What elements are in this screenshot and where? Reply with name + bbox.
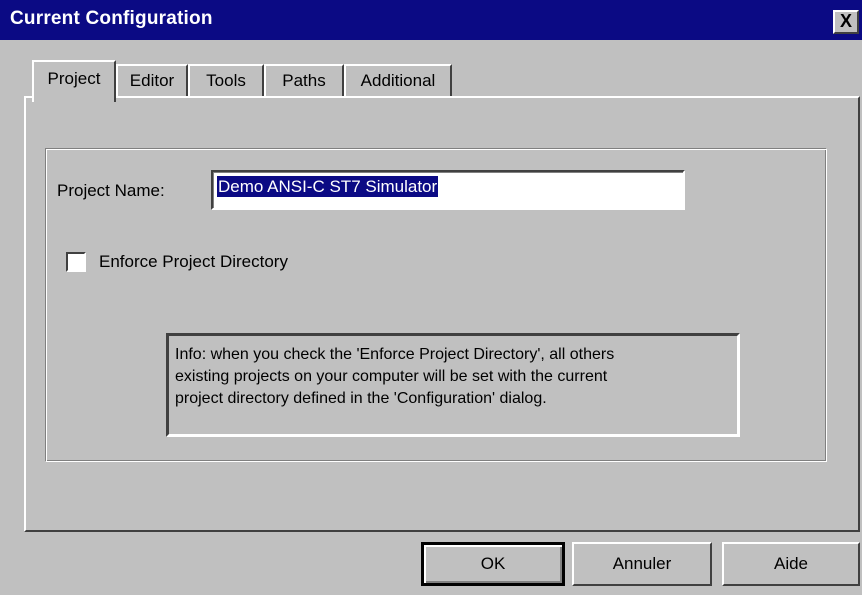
cancel-button[interactable]: Annuler <box>572 542 712 586</box>
tab-paths[interactable]: Paths <box>264 64 344 98</box>
ok-button[interactable]: OK <box>421 542 565 586</box>
enforce-directory-label[interactable]: Enforce Project Directory <box>99 252 288 272</box>
tab-project[interactable]: Project <box>32 60 116 102</box>
info-text-box: Info: when you check the 'Enforce Projec… <box>166 333 740 437</box>
project-name-input[interactable]: Demo ANSI-C ST7 Simulator <box>211 170 685 210</box>
window-title: Current Configuration <box>10 8 213 29</box>
title-bar: Current Configuration X <box>0 0 862 40</box>
enforce-directory-checkbox[interactable] <box>66 252 86 272</box>
tab-additional[interactable]: Additional <box>344 64 452 98</box>
tab-tools[interactable]: Tools <box>188 64 264 98</box>
project-name-value: Demo ANSI-C ST7 Simulator <box>217 176 439 197</box>
tab-editor[interactable]: Editor <box>116 64 188 98</box>
close-button[interactable]: X <box>833 10 859 34</box>
help-button[interactable]: Aide <box>722 542 860 586</box>
project-name-label: Project Name: <box>57 181 165 200</box>
